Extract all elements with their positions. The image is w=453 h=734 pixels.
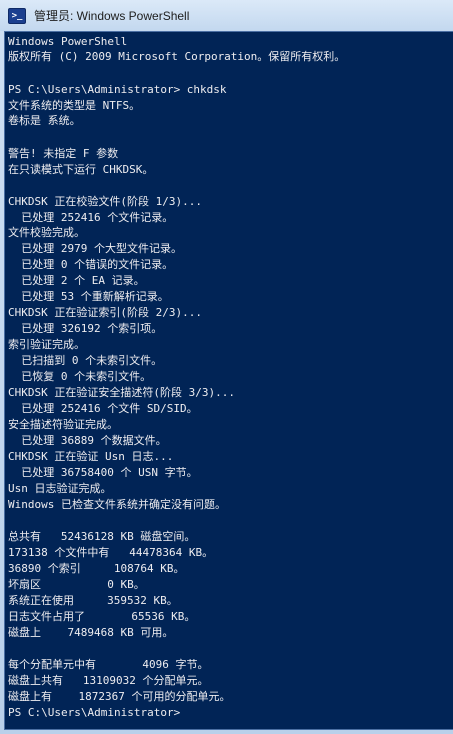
window-title: 管理员: Windows PowerShell — [34, 9, 190, 23]
powershell-window: >_ 管理员: Windows PowerShell Windows Power… — [0, 0, 453, 734]
console-line: 坏扇区 0 KB。 — [8, 578, 145, 591]
console-line: 173138 个文件中有 44478364 KB。 — [8, 546, 214, 559]
console-area[interactable]: Windows PowerShell 版权所有 (C) 2009 Microso… — [4, 31, 453, 730]
powershell-icon[interactable]: >_ — [8, 7, 26, 24]
title-bar[interactable]: >_ 管理员: Windows PowerShell — [0, 0, 453, 31]
console-line: 每个分配单元中有 4096 字节。 — [8, 658, 209, 671]
console-line: 磁盘上有 1872367 个可用的分配单元。 — [8, 690, 231, 703]
console-line: 卷标是 系统。 — [8, 114, 81, 127]
console-line: 安全描述符验证完成。 — [8, 418, 118, 431]
console-line: 已处理 252416 个文件 SD/SID。 — [8, 402, 198, 415]
console-line: CHKDSK 正在验证索引(阶段 2/3)... — [8, 306, 202, 319]
console-line: 系统正在使用 359532 KB。 — [8, 594, 178, 607]
console-line: 已处理 2979 个大型文件记录。 — [8, 242, 182, 255]
console-line: Windows PowerShell — [8, 35, 128, 48]
console-line: 警告! 未指定 F 参数 — [8, 147, 119, 160]
console-line: 已处理 53 个重新解析记录。 — [8, 290, 169, 303]
console-line: 日志文件占用了 65536 KB。 — [8, 610, 196, 623]
console-line: 版权所有 (C) 2009 Microsoft Corporation。保留所有… — [8, 50, 346, 63]
console-line: CHKDSK 正在验证安全描述符(阶段 3/3)... — [8, 386, 235, 399]
console-line: 已处理 36889 个数据文件。 — [8, 434, 167, 447]
console-line: PS C:\Users\Administrator> chkdsk — [8, 83, 227, 96]
console-line: 文件校验完成。 — [8, 226, 85, 239]
console-line: 已处理 2 个 EA 记录。 — [8, 274, 145, 287]
console-line: 已处理 36758400 个 USN 字节。 — [8, 466, 198, 479]
console-line: CHKDSK 正在校验文件(阶段 1/3)... — [8, 195, 202, 208]
console-line: 已处理 252416 个文件记录。 — [8, 211, 174, 224]
console-line: 总共有 52436128 KB 磁盘空间。 — [8, 530, 196, 543]
console-line: 36890 个索引 108764 KB。 — [8, 562, 185, 575]
console-line: 已扫描到 0 个未索引文件。 — [8, 354, 163, 367]
console-line: 文件系统的类型是 NTFS。 — [8, 99, 141, 112]
console-line: Windows 已检查文件系统并确定没有问题。 — [8, 498, 226, 511]
console-line: 已处理 326192 个索引项。 — [8, 322, 163, 335]
console-line: CHKDSK 正在验证 Usn 日志... — [8, 450, 174, 463]
console-line: 索引验证完成。 — [8, 338, 85, 351]
console-line: 磁盘上 7489468 KB 可用。 — [8, 626, 174, 639]
console-line: 已处理 0 个错误的文件记录。 — [8, 258, 174, 271]
console-line: Usn 日志验证完成。 — [8, 482, 112, 495]
console-prompt: PS C:\Users\Administrator> — [8, 706, 181, 719]
console-line: 在只读模式下运行 CHKDSK。 — [8, 163, 154, 176]
console-line: 磁盘上共有 13109032 个分配单元。 — [8, 674, 209, 687]
console-line: 已恢复 0 个未索引文件。 — [8, 370, 152, 383]
